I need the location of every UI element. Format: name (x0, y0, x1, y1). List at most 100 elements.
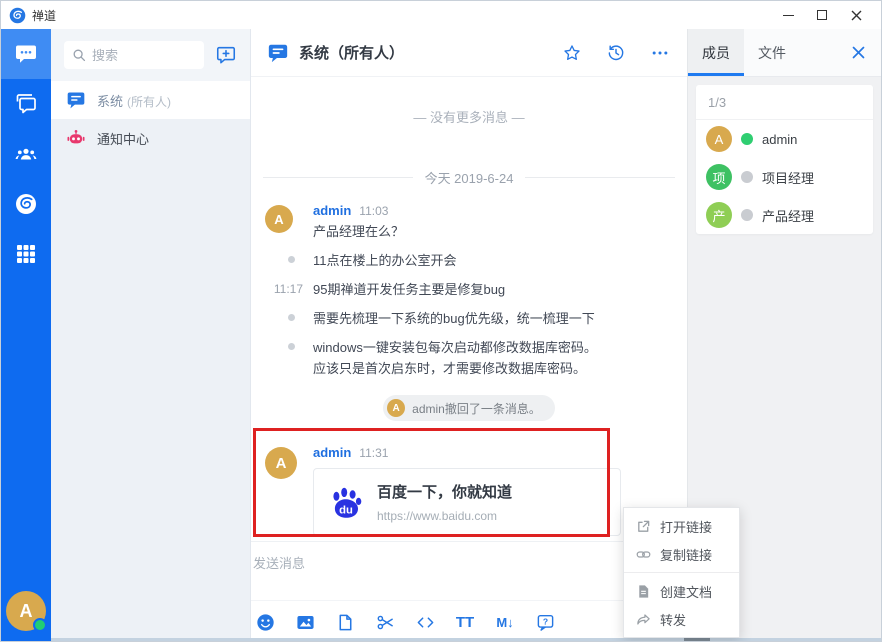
minimize-icon (782, 14, 794, 16)
screenshot-button[interactable] (375, 612, 395, 632)
code-icon (417, 616, 433, 628)
close-window-button[interactable] (839, 3, 873, 27)
nav-item-zentao[interactable] (1, 179, 51, 229)
sender-name[interactable]: admin (313, 203, 351, 218)
user-avatar-initial: A (19, 600, 33, 621)
forward-arrow-icon (637, 613, 650, 625)
member-name: admin (762, 131, 798, 147)
emoji-button[interactable] (255, 612, 275, 632)
chat-list-item-system[interactable]: 系统 (所有人) (51, 81, 250, 119)
history-clock-icon (608, 44, 624, 60)
tab-files[interactable]: 文件 (744, 29, 800, 76)
date-divider-label: 今天 2019-6-24 (424, 171, 514, 186)
link-card[interactable]: du 百度一下，你就知道 https://www.baidu.com (313, 468, 621, 536)
member-row-product-manager[interactable]: 产 产品经理 (696, 196, 873, 234)
chat-list-item-notice-center[interactable]: 通知中心 (51, 119, 250, 157)
zentao-chat-window: 禅道 A 搜索 系统 (所有人) 通知中心 系统（所有人） — 没有更多消息 —… (0, 0, 882, 642)
date-divider: 今天 2019-6-24 (263, 168, 676, 187)
status-offline-icon (741, 209, 753, 221)
help-button[interactable]: ? (535, 612, 555, 632)
new-chat-button[interactable] (214, 43, 238, 67)
search-row (51, 29, 250, 81)
message-input[interactable]: 发送消息 (251, 542, 687, 600)
titlebar: 禅道 (1, 1, 881, 29)
message-dot-icon (288, 256, 295, 263)
star-icon (564, 44, 580, 60)
chat-column: 系统（所有人） — 没有更多消息 — 今天 2019-6-24 A admin … (251, 29, 687, 641)
message: 需要先梳理一下系统的bug优先级，统一梳理一下 (263, 308, 675, 329)
member-avatar: 项 (706, 164, 732, 190)
message: 11点在楼上的办公室开会 (263, 250, 675, 271)
help-bubble-icon: ? (537, 614, 553, 631)
document-icon (639, 584, 649, 598)
nav-item-apps[interactable] (1, 229, 51, 279)
avatar-initial: A (275, 454, 287, 472)
svg-text:?: ? (542, 616, 547, 626)
scissors-icon (377, 615, 393, 629)
external-link-icon (638, 520, 650, 532)
message-dot-icon (288, 314, 295, 321)
recall-text: admin撤回了一条消息。 (412, 401, 541, 416)
chat-item-name: 系统 (97, 93, 124, 109)
menu-divider (624, 572, 739, 573)
menu-item-open-link[interactable]: 打开链接 (624, 512, 739, 540)
apps-grid-icon (17, 245, 35, 263)
search-box[interactable] (64, 41, 204, 69)
sender-avatar[interactable]: A (265, 447, 297, 479)
image-icon (296, 615, 314, 629)
markdown-button[interactable]: M↓ (495, 612, 515, 632)
chat-header: 系统（所有人） (251, 29, 687, 77)
message-list[interactable]: — 没有更多消息 — 今天 2019-6-24 A admin 11:03 产品… (251, 77, 687, 541)
message-text: 95期禅道开发任务主要是修复bug (313, 282, 506, 297)
message-highlighted: A admin 11:31 du 百度一下，你就知道 https://www.b… (263, 445, 675, 536)
group-chats-icon (16, 94, 36, 114)
chat-title-icon (268, 44, 288, 62)
window-bottom-edge (51, 638, 881, 641)
member-name: 项目经理 (762, 170, 815, 186)
close-panel-button[interactable] (835, 29, 881, 76)
nav-sidebar: A (1, 29, 51, 641)
member-name: 产品经理 (762, 208, 815, 224)
member-row-project-manager[interactable]: 项 项目经理 (696, 158, 873, 196)
minimize-button[interactable] (771, 3, 805, 27)
chat-bubble-icon (16, 45, 36, 63)
context-menu: 打开链接 复制链接 创建文档 转发 (623, 507, 740, 638)
message: A admin 11:03 产品经理在么？ (263, 203, 675, 242)
chat-list-panel: 系统(所有人) 通知中心 (51, 29, 251, 641)
sender-name[interactable]: admin (313, 445, 351, 460)
history-button[interactable] (605, 42, 627, 64)
user-avatar[interactable]: A (6, 591, 47, 632)
message-time: 11:03 (359, 204, 389, 218)
message-text: windows一键安装包每次启动都修改数据库密码。 应该只是首次启东时，才需要修… (313, 340, 597, 376)
maximize-icon (817, 10, 827, 20)
favorite-button[interactable] (561, 42, 583, 64)
member-row-admin[interactable]: A admin (696, 120, 873, 158)
system-chat-icon (67, 92, 85, 109)
window-bottom-scrollbar[interactable] (684, 638, 710, 641)
maximize-button[interactable] (805, 3, 839, 27)
menu-item-create-document[interactable]: 创建文档 (624, 577, 739, 605)
svg-text:du: du (339, 504, 353, 516)
nav-item-contacts[interactable] (1, 129, 51, 179)
nav-item-groups[interactable] (1, 79, 51, 129)
code-button[interactable] (415, 612, 435, 632)
baidu-logo-icon: du (333, 487, 362, 518)
contacts-icon (15, 148, 37, 160)
nav-item-chat[interactable] (1, 29, 51, 79)
message-text: 11点在楼上的办公室开会 (313, 253, 457, 268)
recall-avatar: A (387, 399, 406, 417)
message: 11:17 95期禅道开发任务主要是修复bug (263, 279, 675, 300)
status-online-icon (741, 133, 753, 145)
file-button[interactable] (335, 612, 355, 632)
right-panel-tabs: 成员 文件 (688, 29, 881, 77)
text-format-button[interactable]: TT (455, 612, 475, 632)
sender-avatar[interactable]: A (265, 205, 293, 233)
menu-item-copy-link[interactable]: 复制链接 (624, 540, 739, 568)
more-button[interactable] (649, 42, 671, 64)
chat-item-name: 通知中心 (97, 131, 150, 147)
search-input[interactable] (92, 47, 196, 63)
link-card-url: https://www.baidu.com (377, 509, 498, 523)
menu-item-forward[interactable]: 转发 (624, 605, 739, 633)
tab-members[interactable]: 成员 (688, 29, 744, 76)
image-button[interactable] (295, 612, 315, 632)
